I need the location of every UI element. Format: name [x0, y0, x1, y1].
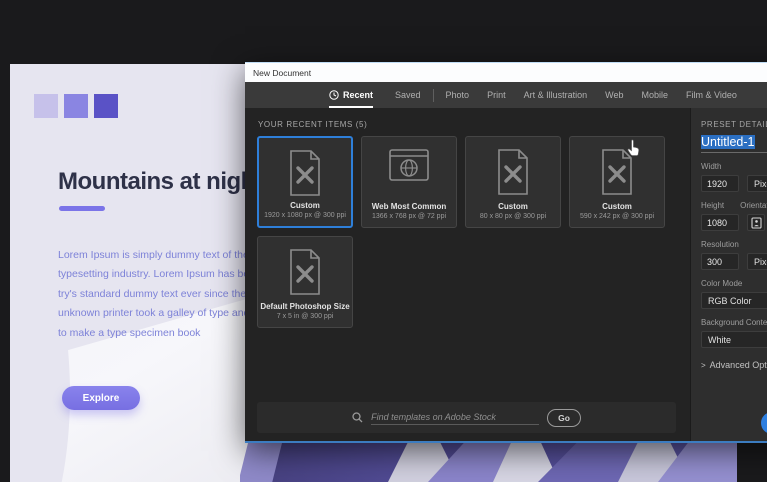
resolution-label: Resolution	[701, 240, 739, 249]
tab-label: Recent	[343, 90, 374, 100]
tab-film-video[interactable]: Film & Video	[686, 82, 737, 108]
advanced-options-label: Advanced Options	[709, 360, 767, 370]
height-label: Height	[701, 201, 725, 210]
width-input[interactable]	[701, 175, 739, 192]
resolution-unit-value: Pixels/Inch	[754, 256, 767, 267]
resolution-unit-select[interactable]: Pixels/Inch	[747, 253, 767, 270]
tab-label: Web	[605, 90, 624, 100]
recent-item-card[interactable]: Default Photoshop Size 7 x 5 in @ 300 pp…	[257, 236, 353, 328]
orientation-label: Orientation	[740, 201, 767, 210]
dialog-tabbar: Recent Saved Photo Print Art & Illustrat…	[245, 82, 767, 108]
site-heading: Mountains at night	[58, 168, 263, 195]
resolution-input[interactable]	[701, 253, 739, 270]
width-unit-value: Pixels	[754, 178, 767, 189]
portrait-orientation-icon	[750, 216, 762, 229]
dialog-title: New Document	[253, 67, 312, 78]
recent-item-card[interactable]: Web Most Common 1366 x 768 px @ 72 ppi	[361, 136, 457, 228]
tab-label: Art & Illustration	[523, 90, 588, 100]
web-browser-icon	[389, 149, 429, 181]
tab-web[interactable]: Web	[605, 82, 623, 108]
psd-file-icon	[290, 150, 320, 196]
tab-recent[interactable]: Recent	[329, 82, 374, 108]
tab-label: Film & Video	[685, 90, 737, 100]
card-title: Custom	[602, 202, 632, 211]
card-title: Web Most Common	[371, 202, 447, 211]
psd-file-icon	[498, 149, 528, 195]
tab-label: Photo	[445, 90, 470, 100]
tab-label: Mobile	[641, 90, 668, 100]
explore-button[interactable]: Explore	[62, 386, 140, 410]
card-subtitle: 1920 x 1080 px @ 300 ppi	[264, 212, 346, 219]
card-title: Custom	[290, 201, 320, 210]
recent-items-header: YOUR RECENT ITEMS (5)	[258, 120, 368, 129]
recent-item-card[interactable]: Custom 1920 x 1080 px @ 300 ppi	[257, 136, 353, 228]
template-search-bar: Go	[257, 402, 676, 433]
heading-underline-accent	[59, 206, 105, 211]
color-swatch-medium	[64, 94, 88, 118]
card-subtitle: 1366 x 768 px @ 72 ppi	[371, 213, 447, 220]
document-name-value: Untitled-1	[701, 135, 755, 149]
chevron-right-icon: >	[701, 360, 706, 370]
tab-saved[interactable]: Saved	[395, 82, 421, 108]
background-contents-label: Background Contents	[701, 318, 767, 327]
recent-items-grid: Custom 1920 x 1080 px @ 300 ppi Web Most…	[257, 136, 677, 328]
search-icon	[352, 412, 363, 423]
tab-print[interactable]: Print	[487, 82, 506, 108]
height-input[interactable]	[701, 214, 739, 231]
color-swatch-row	[34, 94, 118, 118]
new-document-dialog: New Document Recent Saved Photo Print Ar…	[245, 62, 767, 443]
recent-items-area: YOUR RECENT ITEMS (5) Custom 1920 x 1080…	[245, 108, 690, 441]
color-mode-value: RGB Color	[708, 295, 752, 306]
template-search-input[interactable]	[371, 410, 540, 425]
card-subtitle: 590 x 242 px @ 300 ppi	[579, 213, 655, 220]
card-subtitle: 80 x 80 px @ 300 ppi	[479, 213, 547, 220]
background-contents-select[interactable]: White	[701, 331, 767, 348]
psd-file-icon	[602, 149, 632, 195]
clock-icon	[329, 90, 339, 100]
width-label: Width	[701, 162, 722, 171]
tab-divider	[432, 88, 434, 102]
tab-label: Print	[487, 90, 506, 100]
screen: Mountains at night Lorem Ipsum is simply…	[0, 0, 767, 482]
card-title: Custom	[498, 202, 528, 211]
width-unit-select[interactable]: Pixels	[747, 175, 767, 192]
dialog-titlebar[interactable]: New Document	[245, 62, 767, 82]
color-swatch-dark	[94, 94, 118, 118]
recent-item-card[interactable]: Custom 590 x 242 px @ 300 ppi	[569, 136, 665, 228]
card-subtitle: 7 x 5 in @ 300 ppi	[276, 313, 334, 320]
card-title: Default Photoshop Size	[260, 302, 350, 311]
preset-details-panel: PRESET DETAILS Untitled-1 Width Pixels H…	[690, 108, 767, 441]
go-button[interactable]: Go	[547, 408, 581, 427]
tab-art-illustration[interactable]: Art & Illustration	[524, 82, 588, 108]
psd-file-icon	[290, 249, 320, 295]
tab-label: Saved	[395, 90, 421, 100]
color-mode-select[interactable]: RGB Color	[701, 292, 767, 309]
color-mode-label: Color Mode	[701, 279, 743, 288]
orientation-portrait-button[interactable]	[747, 214, 765, 231]
tab-mobile[interactable]: Mobile	[641, 82, 668, 108]
document-name-field[interactable]: Untitled-1	[701, 135, 767, 153]
tab-photo[interactable]: Photo	[446, 82, 470, 108]
dialog-body: YOUR RECENT ITEMS (5) Custom 1920 x 1080…	[245, 108, 767, 441]
recent-item-card[interactable]: Custom 80 x 80 px @ 300 ppi	[465, 136, 561, 228]
preset-details-header: PRESET DETAILS	[701, 120, 767, 129]
advanced-options-toggle[interactable]: > Advanced Options	[701, 360, 767, 370]
background-contents-value: White	[708, 334, 732, 345]
color-swatch-light	[34, 94, 58, 118]
